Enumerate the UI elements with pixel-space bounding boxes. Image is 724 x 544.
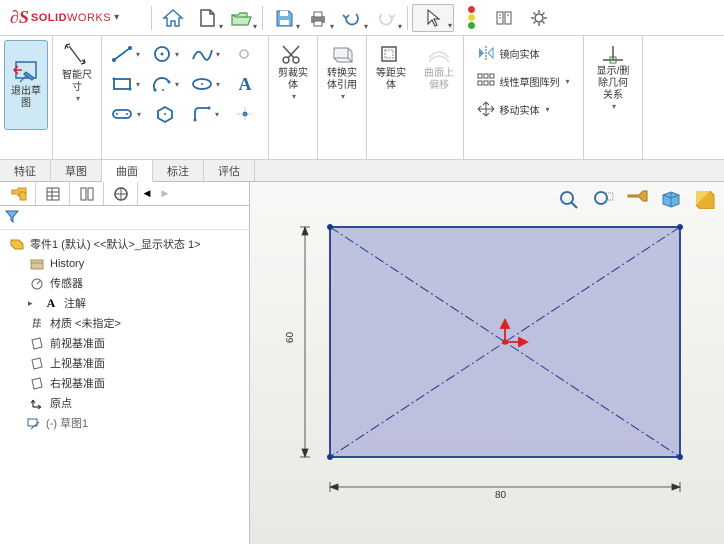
- open-button[interactable]: ▾: [224, 4, 258, 32]
- trim-entities-button[interactable]: 剪裁实 体 ▾: [273, 40, 313, 130]
- settings-button[interactable]: [522, 4, 556, 32]
- home-button[interactable]: [156, 4, 190, 32]
- rectangle-tool[interactable]: ▾: [106, 70, 144, 98]
- exit-sketch-button[interactable]: 退出草 图: [4, 40, 48, 130]
- sketch-tools-grid: ▾ ▾ ▾ ▾ ▾ ▾ A ▾ ▾: [106, 40, 264, 128]
- tab-surface[interactable]: 曲面: [102, 160, 153, 182]
- tree-root[interactable]: 零件1 (默认) <<默认>_显示状态 1>: [2, 234, 247, 254]
- feature-manager-panel: ◀ ▶ 零件1 (默认) <<默认>_显示状态 1> History 传感器 ▸…: [0, 182, 250, 544]
- linear-pattern-button[interactable]: 线性草图阵列▾: [473, 70, 573, 92]
- text-tool[interactable]: A: [226, 70, 264, 98]
- tree-material[interactable]: 材质 <未指定>: [2, 313, 247, 333]
- tree-origin[interactable]: 原点: [2, 393, 247, 413]
- save-button[interactable]: ▾: [267, 4, 301, 32]
- tab-evaluate[interactable]: 评估: [204, 160, 255, 181]
- options-button[interactable]: [488, 4, 522, 32]
- surface-offset-button: 曲面上 偏移: [419, 40, 459, 130]
- point-tool[interactable]: [226, 100, 264, 128]
- graphics-area[interactable]: 60 80: [250, 182, 724, 544]
- slot-tool[interactable]: ▾: [106, 100, 144, 128]
- dimxpert-tab[interactable]: [104, 182, 138, 205]
- print-button[interactable]: ▾: [301, 4, 335, 32]
- smart-dimension-button[interactable]: 智能尺 寸 ▾: [57, 40, 97, 130]
- undo-button[interactable]: ▾: [335, 4, 369, 32]
- tree-plane-top[interactable]: 上视基准面: [2, 353, 247, 373]
- panel-nav-right[interactable]: ▶: [156, 182, 174, 205]
- property-manager-tab[interactable]: [36, 182, 70, 205]
- mirror-entities-button[interactable]: 镜向实体: [473, 42, 573, 64]
- dim-vertical[interactable]: 60: [285, 332, 296, 343]
- command-ribbon: 退出草 图 智能尺 寸 ▾ ▾ ▾ ▾ ▾ ▾ ▾ A ▾ ▾ 剪裁实 体 ▾: [0, 36, 724, 160]
- new-button[interactable]: ▾: [190, 4, 224, 32]
- tab-sketch[interactable]: 草图: [51, 160, 102, 181]
- app-logo: ∂S SOLIDWORKS ▾: [2, 7, 147, 28]
- feature-tree-tab[interactable]: [2, 182, 36, 205]
- sketch-drawing: [250, 182, 724, 542]
- quick-access-toolbar: ∂S SOLIDWORKS ▾ ▾ ▾ ▾ ▾ ▾ ▾ ▾: [0, 0, 724, 36]
- tree-history[interactable]: History: [2, 254, 247, 273]
- command-tabs: 特征 草图 曲面 标注 评估: [0, 160, 724, 182]
- offset-entities-button[interactable]: 等距实 体: [371, 40, 411, 130]
- circle-tool[interactable]: ▾: [146, 40, 184, 68]
- convert-entities-button[interactable]: 转换实 体引用 ▾: [322, 40, 362, 130]
- config-manager-tab[interactable]: [70, 182, 104, 205]
- spline-tool[interactable]: ▾: [186, 40, 224, 68]
- move-entities-button[interactable]: 移动实体▾: [473, 98, 573, 120]
- slot-tool-1[interactable]: [226, 40, 264, 68]
- display-relations-button[interactable]: 显示/删 除几何 关系 ▾: [588, 40, 638, 130]
- tree-annotations[interactable]: ▸ A 注解: [2, 293, 247, 313]
- tree-plane-front[interactable]: 前视基准面: [2, 333, 247, 353]
- fillet-tool[interactable]: ▾: [186, 100, 224, 128]
- panel-tab-bar: ◀ ▶: [0, 182, 249, 206]
- arc-tool[interactable]: ▾: [146, 70, 184, 98]
- polygon-tool[interactable]: [146, 100, 184, 128]
- tree-sensors[interactable]: 传感器: [2, 273, 247, 293]
- panel-nav-left[interactable]: ◀: [138, 182, 156, 205]
- redo-button[interactable]: ▾: [369, 4, 403, 32]
- rebuild-button[interactable]: [454, 4, 488, 32]
- tree-plane-right[interactable]: 右视基准面: [2, 373, 247, 393]
- tab-features[interactable]: 特征: [0, 160, 51, 181]
- tree-sketch1[interactable]: (-) 草图1: [2, 413, 247, 433]
- line-tool[interactable]: ▾: [106, 40, 144, 68]
- ds-logo: ∂S: [10, 7, 29, 28]
- ellipse-tool[interactable]: ▾: [186, 70, 224, 98]
- filter-bar[interactable]: [0, 206, 249, 230]
- feature-tree: 零件1 (默认) <<默认>_显示状态 1> History 传感器 ▸ A 注…: [0, 230, 249, 544]
- tab-annotate[interactable]: 标注: [153, 160, 204, 181]
- select-button[interactable]: ▾: [412, 4, 454, 32]
- dim-horizontal[interactable]: 80: [495, 490, 506, 501]
